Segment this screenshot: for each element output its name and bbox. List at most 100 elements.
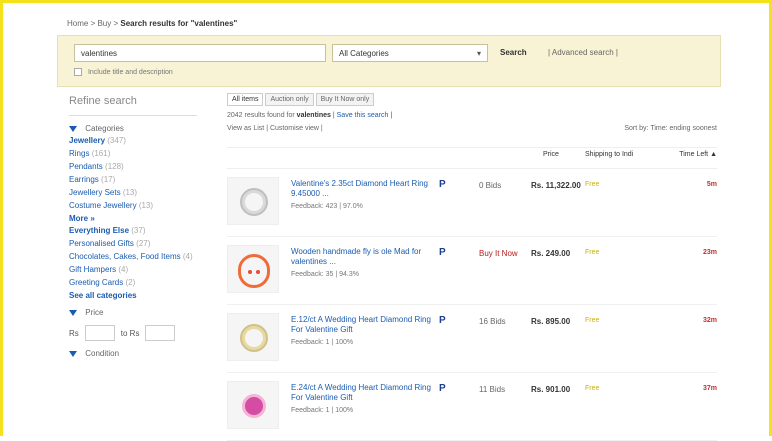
triangle-down-icon [69, 309, 77, 316]
search-input[interactable] [74, 44, 326, 62]
paypal-icon: P [439, 247, 446, 258]
item-shipping: Free [585, 385, 600, 392]
item-feedback: Feedback: 423 | 97.0% [291, 203, 363, 210]
everything-else-link[interactable]: Everything Else (37) [69, 226, 197, 236]
triangle-down-icon [69, 125, 77, 132]
categories-section: Categories [69, 124, 197, 133]
breadcrumb-current: Search results for "valentines" [120, 19, 238, 28]
category-item[interactable]: Rings (161) [69, 149, 197, 159]
time-left-header[interactable]: Time Left ▲ [679, 151, 717, 158]
price-to-label: to Rs [120, 328, 140, 338]
condition-title: Condition [85, 349, 120, 358]
page: Home > Buy > Search results for "valenti… [57, 17, 721, 441]
breadcrumb: Home > Buy > Search results for "valenti… [67, 19, 237, 28]
tab-auction-only[interactable]: Auction only [265, 93, 314, 106]
results-panel: All items Auction only Buy It Now only 2… [227, 93, 717, 441]
results-tabs: All items Auction only Buy It Now only [227, 93, 717, 106]
include-description-label: Include title and description [87, 68, 173, 76]
item-thumbnail[interactable] [227, 313, 279, 361]
price-from-label: Rs [69, 328, 79, 338]
eye-icon [248, 270, 252, 274]
customise-view-link[interactable]: | Customise view | [266, 125, 323, 132]
see-all-categories-link[interactable]: See all categories [69, 291, 197, 300]
item-price: Rs. 895.00 [531, 317, 571, 326]
advanced-search-link[interactable]: | Advanced search | [544, 44, 622, 62]
results-keyword: valentines [296, 112, 331, 119]
list-item[interactable]: Valentine's 2.35ct Diamond Heart Ring 9.… [227, 169, 717, 237]
search-button[interactable]: Search [496, 44, 531, 62]
category-item[interactable]: Costume Jewellery (13) [69, 201, 197, 211]
item-thumbnail[interactable] [227, 245, 279, 293]
sort-select[interactable]: Time: ending soonest [650, 125, 717, 132]
include-description-checkbox[interactable]: Include title and description [74, 68, 173, 76]
item-title[interactable]: E.24/ct A Wedding Heart Diamond Ring For… [291, 383, 441, 403]
more-link[interactable]: More » [69, 214, 197, 223]
categories-title: Categories [85, 124, 124, 133]
subcategory-item[interactable]: Chocolates, Cakes, Food Items (4) [69, 252, 197, 262]
subcategory-item[interactable]: Personalised Gifts (27) [69, 239, 197, 249]
ring-image-icon [242, 190, 266, 214]
item-price: Rs. 901.00 [531, 385, 571, 394]
view-options: View as List | Customise view | [227, 125, 323, 132]
tab-all-items[interactable]: All items [227, 93, 264, 106]
price-min-input[interactable] [84, 325, 115, 341]
price-title: Price [85, 308, 104, 317]
item-time-left: 23m [702, 249, 717, 256]
pink-gem-image-icon [242, 394, 266, 418]
item-bids: 11 Bids [479, 385, 506, 394]
chevron-down-icon: ▾ [476, 49, 481, 58]
item-title[interactable]: Valentine's 2.35ct Diamond Heart Ring 9.… [291, 179, 441, 199]
category-item[interactable]: Pendants (128) [69, 162, 197, 172]
category-select[interactable]: All Categories ▾ [332, 44, 488, 62]
item-time-left: 37m [702, 385, 717, 392]
item-bids: 16 Bids [479, 317, 506, 326]
list-item[interactable]: Wooden handmade fly is ole Mad for valen… [227, 237, 717, 305]
item-price: Rs. 249.00 [531, 249, 571, 258]
subcategory-item[interactable]: Greeting Cards (2) [69, 278, 197, 288]
search-bar: All Categories ▾ Search | Advanced searc… [57, 35, 721, 87]
item-feedback: Feedback: 1 | 100% [291, 407, 354, 414]
item-feedback: Feedback: 1 | 100% [291, 339, 354, 346]
category-item[interactable]: Jewellery (347) [69, 136, 197, 146]
tab-buy-it-now-only[interactable]: Buy It Now only [315, 93, 375, 106]
refine-title: Refine search [69, 95, 197, 116]
item-thumbnail[interactable] [227, 177, 279, 225]
sort-by-label: Sort by: [624, 125, 649, 132]
category-select-value: All Categories [339, 49, 389, 58]
price-section: Price [69, 308, 197, 317]
app-frame: Home > Buy > Search results for "valenti… [0, 0, 772, 441]
eye-icon [256, 270, 260, 274]
item-bids: 0 Bids [479, 181, 502, 190]
shipping-header: Shipping to Indi [585, 151, 634, 158]
price-range: Rs to Rs [69, 325, 197, 341]
save-search-link[interactable]: | Save this search | [333, 112, 392, 119]
paypal-icon: P [439, 179, 446, 190]
item-title[interactable]: Wooden handmade fly is ole Mad for valen… [291, 247, 441, 267]
item-shipping: Free [585, 249, 600, 256]
paypal-icon: P [439, 315, 446, 326]
ring-image-icon [242, 326, 266, 350]
sort-options: Sort by: Time: ending soonest [624, 125, 717, 132]
view-as-label: View as [227, 125, 252, 132]
item-title[interactable]: E.12/ct A Wedding Heart Diamond Ring For… [291, 315, 441, 335]
list-item[interactable]: E.24/ct A Wedding Heart Diamond Ring For… [227, 373, 717, 441]
price-max-input[interactable] [145, 325, 176, 341]
list-item[interactable]: E.12/ct A Wedding Heart Diamond Ring For… [227, 305, 717, 373]
item-shipping: Free [585, 181, 600, 188]
item-shipping: Free [585, 317, 600, 324]
price-header[interactable]: Price [543, 151, 559, 158]
item-buy-it-now: Buy It Now [479, 249, 518, 258]
breadcrumb-path[interactable]: Home > Buy > [67, 19, 120, 28]
results-header: Price Shipping to Indi Time Left ▲ [227, 147, 717, 169]
subcategory-item[interactable]: Gift Hampers (4) [69, 265, 197, 275]
smiley-image-icon [238, 254, 270, 288]
view-list-button[interactable]: List [253, 125, 264, 132]
category-item[interactable]: Jewellery Sets (13) [69, 188, 197, 198]
checkbox-box[interactable] [74, 68, 82, 76]
item-time-left: 5m [706, 181, 717, 188]
item-time-left: 32m [702, 317, 717, 324]
item-thumbnail[interactable] [227, 381, 279, 429]
category-item[interactable]: Earrings (17) [69, 175, 197, 185]
item-feedback: Feedback: 35 | 94.3% [291, 271, 359, 278]
condition-section: Condition [69, 349, 197, 358]
